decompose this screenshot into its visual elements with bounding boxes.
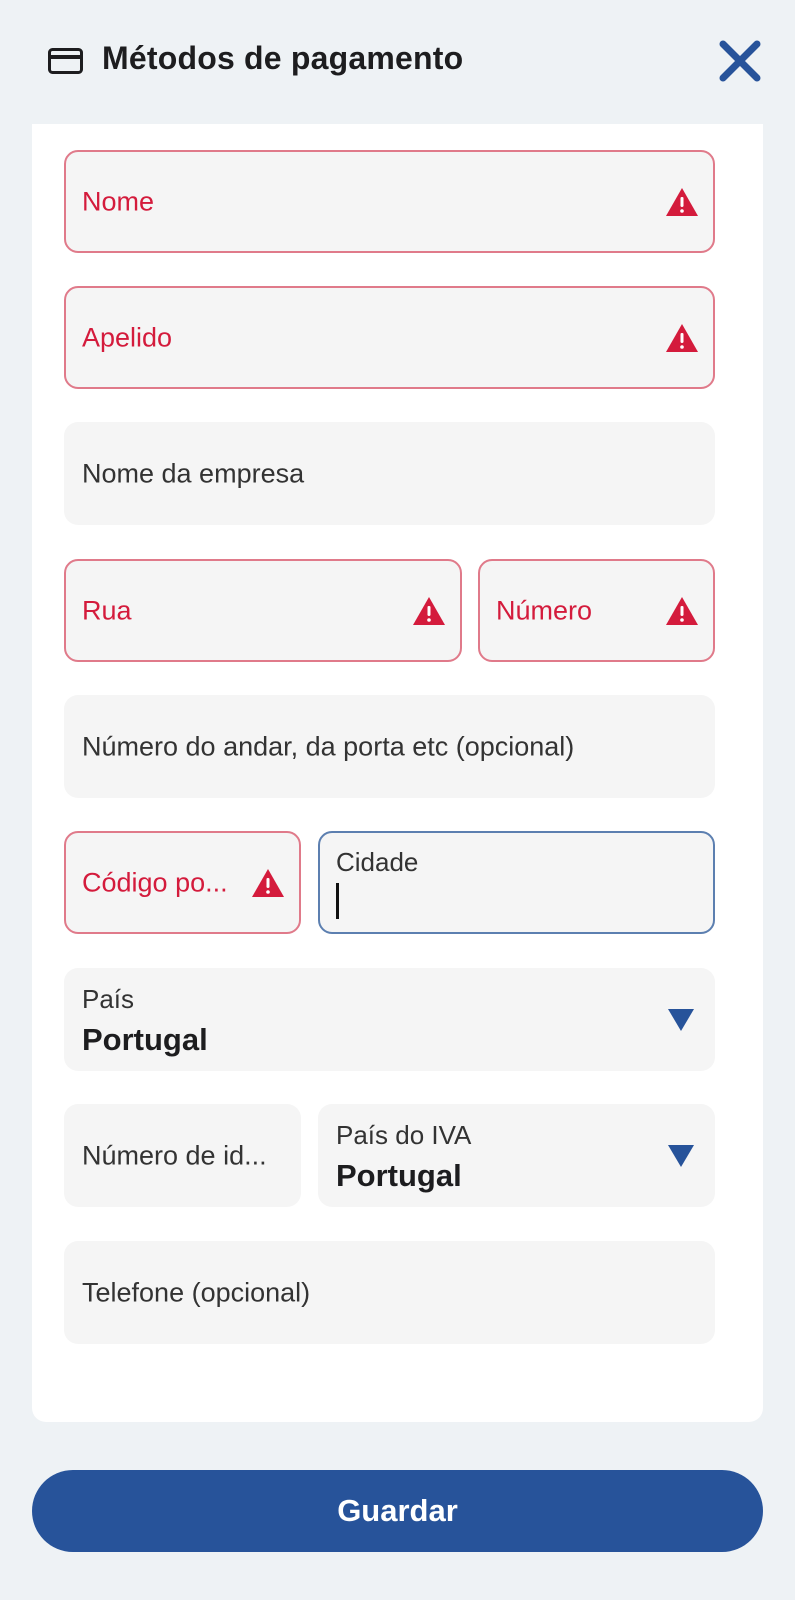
- street-field[interactable]: Rua: [64, 559, 462, 662]
- company-field[interactable]: Nome da empresa: [64, 422, 715, 525]
- vat-country-value: Portugal: [336, 1158, 462, 1193]
- close-icon[interactable]: [717, 38, 763, 84]
- street-label: Rua: [82, 595, 132, 625]
- text-cursor: [336, 883, 339, 919]
- country-value: Portugal: [82, 1022, 208, 1057]
- warning-icon: [666, 187, 698, 216]
- last-name-label: Apelido: [82, 322, 173, 352]
- tax-id-label: Número de id...: [82, 1140, 267, 1170]
- dropdown-arrow-icon: [668, 1008, 694, 1031]
- floor-door-field[interactable]: Número do andar, da porta etc (opcional): [64, 695, 715, 798]
- city-field[interactable]: Cidade: [318, 831, 715, 934]
- first-name-label: Nome: [82, 186, 155, 216]
- warning-icon: [252, 868, 284, 897]
- vat-country-select[interactable]: País do IVA Portugal: [318, 1104, 715, 1207]
- country-label: País: [82, 984, 135, 1014]
- first-name-field[interactable]: Nome: [64, 150, 715, 253]
- credit-card-icon: [48, 48, 83, 74]
- tax-id-field[interactable]: Número de id...: [64, 1104, 301, 1207]
- header: Métodos de pagamento: [0, 0, 795, 124]
- floor-door-label: Número do andar, da porta etc (opcional): [82, 731, 575, 761]
- warning-icon: [666, 323, 698, 352]
- street-number-field[interactable]: Número: [478, 559, 715, 662]
- dropdown-arrow-icon: [668, 1144, 694, 1167]
- company-label: Nome da empresa: [82, 458, 305, 488]
- address-form: Nome Apelido Nome da empresa Rua Número: [32, 124, 763, 1422]
- warning-icon: [413, 596, 445, 625]
- city-label: Cidade: [336, 847, 419, 877]
- street-number-label: Número: [496, 595, 593, 625]
- phone-label: Telefone (opcional): [82, 1277, 311, 1307]
- country-select[interactable]: País Portugal: [64, 968, 715, 1071]
- vat-country-label: País do IVA: [336, 1120, 472, 1150]
- postal-code-label: Código po...: [82, 867, 228, 897]
- postal-code-field[interactable]: Código po...: [64, 831, 301, 934]
- save-button[interactable]: Guardar: [32, 1470, 763, 1552]
- page-title: Métodos de pagamento: [102, 40, 464, 76]
- save-button-label: Guardar: [337, 1493, 458, 1528]
- warning-icon: [666, 596, 698, 625]
- phone-field[interactable]: Telefone (opcional): [64, 1241, 715, 1344]
- last-name-field[interactable]: Apelido: [64, 286, 715, 389]
